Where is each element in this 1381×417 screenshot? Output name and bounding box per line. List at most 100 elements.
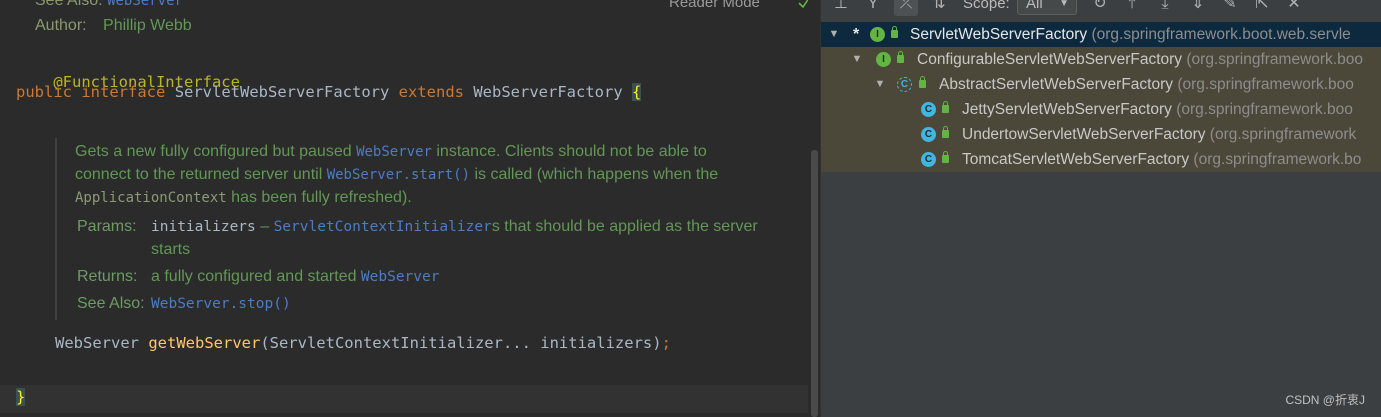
refresh-icon[interactable]: ↻ [1088, 0, 1112, 16]
doc-text: is called (which happens when the [470, 166, 719, 183]
expand-all-icon[interactable]: ⤓ [1153, 0, 1177, 16]
author-value: Phillip Webb [103, 17, 192, 34]
chevron-down-icon[interactable]: ▼ [827, 22, 841, 47]
class-name: TomcatServletWebServerFactory [962, 151, 1190, 168]
return-type: WebServer [55, 334, 149, 352]
javadoc-block: Gets a new fully configured but paused W… [55, 138, 812, 320]
method-params: (ServletContextInitializer... initialize… [260, 334, 662, 352]
doc-code-appcontext: ApplicationContext [75, 190, 227, 206]
scope-label: Scope: [963, 0, 1010, 12]
supertypes-icon[interactable]: ⊥ [829, 0, 853, 16]
tree-item[interactable]: C UndertowServletWebServerFactory (org.s… [821, 122, 1381, 147]
collapse-all-icon[interactable]: ⇕ [1186, 0, 1210, 16]
params-label: Params: [77, 218, 137, 235]
export-icon[interactable]: ⇱ [1250, 0, 1274, 16]
interface-icon: I [876, 52, 891, 67]
tree-item[interactable]: ▼ I ConfigurableServletWebServerFactory … [821, 47, 1381, 72]
tree-item[interactable]: ▼ * I ServletWebServerFactory (org.sprin… [821, 22, 1381, 47]
params-value-cont: starts [151, 241, 191, 258]
class-name: ConfigurableServletWebServerFactory [917, 51, 1183, 68]
class-name: JettyServletWebServerFactory [962, 101, 1172, 118]
doc-text: Gets a new fully configured but paused [75, 143, 357, 160]
type-hierarchy-icon[interactable]: ⤫ [894, 0, 918, 16]
returns-value: a fully configured and started WebServer [151, 268, 439, 286]
sort-alpha-icon[interactable]: ⇅ [927, 0, 951, 16]
tree-item[interactable]: ▼ C AbstractServletWebServerFactory (org… [821, 72, 1381, 97]
doc-text: a fully configured and started [151, 268, 361, 285]
tree-item[interactable]: C JettyServletWebServerFactory (org.spri… [821, 97, 1381, 122]
doc-link-start[interactable]: WebServer.start() [327, 167, 470, 183]
doc-link-stop[interactable]: WebServer.stop() [151, 296, 291, 312]
class-icon: C [921, 102, 936, 117]
close-icon[interactable]: ✕ [1282, 0, 1306, 16]
class-icon: C [921, 127, 936, 142]
type-hierarchy-panel: ⊥ Y ⤫ ⇅ Scope: All ▼ ↻ ⤒ ⤓ ⇕ ✎ ⇱ ✕ ▼ * I … [820, 0, 1381, 417]
chevron-down-icon: ▼ [1059, 0, 1069, 9]
close-brace: } [16, 388, 26, 406]
javadoc-line-3: ApplicationContext has been fully refres… [75, 189, 412, 207]
lock-icon [891, 26, 898, 38]
class-name: ServletWebServerFactory [910, 26, 1088, 43]
kw-extends: extends [398, 83, 464, 101]
collapse-up-icon[interactable]: ⤒ [1120, 0, 1144, 16]
author-label: Author: [35, 17, 87, 34]
doc-link-initializer[interactable]: ServletContextInitializer [274, 219, 492, 235]
doc-link-webserver[interactable]: WebServer [356, 144, 432, 160]
kw-public: public [16, 83, 72, 101]
doc-text: s that should be applied as the server [491, 218, 758, 235]
see-also-link[interactable]: WebServer [107, 0, 183, 9]
editor-scrollbar-thumb[interactable] [811, 150, 818, 417]
see-also-label-2: See Also: [77, 295, 145, 312]
chevron-down-icon[interactable]: ▼ [850, 47, 864, 72]
doc-text: instance. Clients should not be able to [431, 143, 707, 160]
scope-dropdown[interactable]: All ▼ [1017, 0, 1077, 15]
abstract-class-icon: C [897, 77, 912, 92]
hierarchy-tree: ▼ * I ServletWebServerFactory (org.sprin… [821, 22, 1381, 172]
tree-item-label: ConfigurableServletWebServerFactory (org… [917, 47, 1363, 72]
tree-item-label: ServletWebServerFactory (org.springframe… [910, 22, 1351, 47]
chevron-down-icon[interactable]: ▼ [873, 72, 887, 97]
current-line-highlight [0, 385, 808, 413]
tree-item[interactable]: C TomcatServletWebServerFactory (org.spr… [821, 147, 1381, 172]
package-name: (org.springframework [1205, 126, 1357, 143]
see-also-label: See Also: [35, 0, 103, 9]
hierarchy-toolbar: ⊥ Y ⤫ ⇅ Scope: All ▼ ↻ ⤒ ⤓ ⇕ ✎ ⇱ ✕ [821, 0, 1381, 20]
lock-icon [942, 101, 949, 113]
open-brace: { [632, 83, 642, 101]
tree-item-label: UndertowServletWebServerFactory (org.spr… [962, 122, 1356, 147]
params-value: initializers – ServletContextInitializer… [151, 218, 758, 236]
doc-text: connect to the returned server until [75, 166, 327, 183]
parent-interface: WebServerFactory [473, 83, 623, 101]
package-name: (org.springframework.boo [1182, 51, 1363, 68]
javadoc-line-1: Gets a new fully configured but paused W… [75, 143, 707, 161]
pin-icon[interactable]: ✎ [1218, 0, 1242, 16]
semicolon: ; [661, 334, 671, 352]
package-name: (org.springframework.bo [1189, 151, 1362, 168]
method-declaration: WebServer getWebServer(ServletContextIni… [55, 334, 671, 352]
scope-value: All [1026, 0, 1043, 12]
reader-mode-button[interactable]: Reader Mode [669, 0, 760, 11]
tree-item-label: TomcatServletWebServerFactory (org.sprin… [962, 147, 1361, 172]
package-name: (org.springframework.boo [1173, 76, 1354, 93]
param-name: initializers [151, 219, 256, 235]
doc-text: – [255, 218, 274, 235]
doc-text: has been fully refreshed). [226, 189, 412, 206]
lock-icon [897, 51, 904, 63]
doc-link-webserver-2[interactable]: WebServer [361, 269, 440, 285]
class-icon: C [921, 152, 936, 167]
returns-label: Returns: [77, 268, 138, 285]
lock-icon [942, 151, 949, 163]
lock-icon [942, 126, 949, 138]
tree-item-label: AbstractServletWebServerFactory (org.spr… [939, 72, 1354, 97]
see-also-value: WebServer.stop() [151, 295, 291, 313]
star-icon: * [853, 26, 860, 43]
class-name: AbstractServletWebServerFactory [939, 76, 1174, 93]
javadoc-line-2: connect to the returned server until Web… [75, 166, 718, 184]
kw-interface: interface [81, 83, 166, 101]
lock-icon [919, 76, 926, 88]
method-name: getWebServer [148, 334, 261, 352]
interface-name: ServletWebServerFactory [174, 83, 390, 101]
code-editor[interactable]: See Also: WebServer Author: Phillip Webb… [0, 0, 820, 417]
package-name: (org.springframework.boot.web.servle [1087, 26, 1351, 43]
subtypes-icon[interactable]: Y [861, 0, 885, 16]
